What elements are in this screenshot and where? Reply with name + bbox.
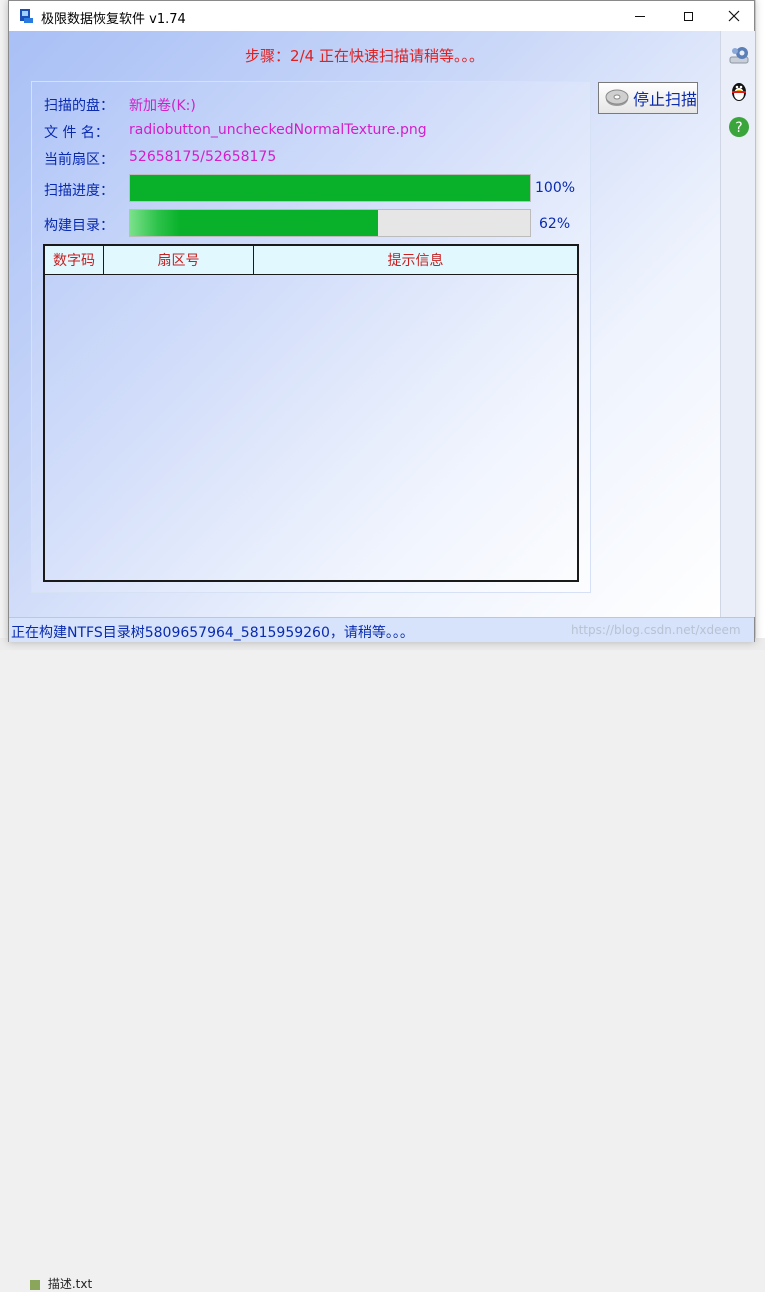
column-header-info[interactable]: 提示信息 (254, 246, 577, 274)
column-header-code[interactable]: 数字码 (45, 246, 104, 274)
scan-progress-percent: 100% (535, 180, 576, 196)
close-icon (728, 10, 740, 22)
scan-progress-fill (130, 175, 530, 201)
sector-label: 当前扇区： (44, 152, 114, 168)
disc-icon (605, 89, 629, 106)
svg-text:?: ? (735, 120, 742, 136)
build-progress-bar (129, 209, 531, 237)
disk-label: 扫描的盘： (44, 98, 114, 114)
gear-icon[interactable] (727, 43, 751, 67)
build-progress-percent: 62% (539, 216, 571, 232)
maximize-button[interactable] (665, 1, 711, 31)
app-window: 极限数据恢复软件 v1.74 步骤：2/4 正在快速扫描请稍等。。。 扫描的盘：… (8, 0, 755, 642)
disk-value: 新加卷(K:) (129, 98, 196, 114)
watermark-text: https://blog.csdn.net/xdeem (571, 623, 741, 637)
scan-progress-label: 扫描进度： (44, 183, 114, 199)
app-icon (20, 9, 33, 23)
stop-scan-button[interactable]: 停止扫描 (598, 82, 698, 114)
scan-progress-bar (129, 174, 531, 202)
background-file-item: 描述.txt (30, 1275, 92, 1292)
title-bar[interactable]: 极限数据恢复软件 v1.74 (9, 1, 754, 31)
client-area: 步骤：2/4 正在快速扫描请稍等。。。 扫描的盘： 新加卷(K:) 文 件 名：… (9, 31, 720, 617)
right-sidebar: ? (720, 31, 755, 617)
background-file-name: 描述.txt (47, 1277, 93, 1291)
background-right-strip (755, 0, 765, 650)
file-name-value: radiobutton_uncheckedNormalTexture.png (129, 122, 427, 138)
status-text: 正在构建NTFS目录树5809657964_5815959260，请稍等。。。 (11, 625, 414, 641)
maximize-icon (683, 11, 693, 21)
close-button[interactable] (711, 1, 757, 31)
step-indicator: 步骤：2/4 正在快速扫描请稍等。。。 (245, 47, 484, 65)
file-icon (30, 1279, 40, 1290)
help-icon[interactable]: ? (727, 115, 751, 139)
results-table[interactable]: 数字码 扇区号 提示信息 (43, 244, 579, 582)
sector-value: 52658175/52658175 (129, 149, 277, 165)
minimize-icon (635, 15, 645, 17)
column-header-sector[interactable]: 扇区号 (104, 246, 254, 274)
minimize-button[interactable] (617, 1, 663, 31)
window-title: 极限数据恢复软件 v1.74 (41, 12, 186, 27)
file-name-label: 文 件 名： (44, 125, 109, 141)
qq-penguin-icon[interactable] (727, 79, 751, 103)
build-progress-fill (130, 210, 378, 236)
stop-scan-label: 停止扫描 (633, 90, 698, 109)
table-header: 数字码 扇区号 提示信息 (45, 246, 577, 275)
status-bar: 正在构建NTFS目录树5809657964_5815959260，请稍等。。。 … (9, 617, 754, 642)
build-directory-label: 构建目录： (44, 218, 114, 234)
